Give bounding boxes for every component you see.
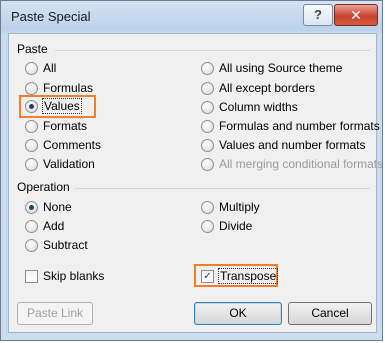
radio-button[interactable] bbox=[25, 220, 38, 233]
radio-button[interactable] bbox=[201, 139, 214, 152]
option-label: Formulas and number formats bbox=[219, 119, 380, 133]
help-button[interactable]: ? bbox=[303, 4, 333, 26]
operation-group-divider bbox=[75, 188, 370, 189]
dialog-title: Paste Special bbox=[11, 9, 91, 24]
radio-button-selected[interactable] bbox=[25, 201, 38, 214]
dialog-body: Paste All Formulas Values Formats Commen… bbox=[8, 33, 383, 333]
radio-button[interactable] bbox=[25, 62, 38, 75]
option-label: None bbox=[43, 200, 72, 214]
option-label: All using Source theme bbox=[219, 61, 343, 75]
ok-button[interactable]: OK bbox=[194, 302, 282, 325]
radio-button[interactable] bbox=[25, 158, 38, 171]
option-label: Formulas bbox=[43, 81, 94, 95]
radio-button[interactable] bbox=[201, 101, 214, 114]
radio-button[interactable] bbox=[201, 62, 214, 75]
option-label: Divide bbox=[219, 219, 253, 233]
option-label: Comments bbox=[43, 138, 102, 152]
paste-group-divider bbox=[55, 50, 370, 51]
close-icon: ✕ bbox=[350, 7, 362, 23]
option-label: Formats bbox=[43, 119, 88, 133]
checkbox[interactable] bbox=[25, 270, 38, 283]
radio-button-selected[interactable] bbox=[25, 100, 38, 113]
option-label: All merging conditional formats bbox=[219, 157, 384, 171]
radio-button-disabled bbox=[201, 158, 214, 171]
radio-button[interactable] bbox=[25, 239, 38, 252]
radio-button[interactable] bbox=[25, 139, 38, 152]
check-mark-icon[interactable]: ✓ bbox=[201, 270, 214, 283]
option-label: Subtract bbox=[43, 238, 88, 252]
option-label: Validation bbox=[43, 157, 95, 171]
option-label: Values and number formats bbox=[219, 138, 366, 152]
paste-special-dialog: Paste Special ? ✕ Paste All Formulas Val… bbox=[0, 0, 383, 341]
checkbox-label: Skip blanks bbox=[43, 269, 105, 283]
close-button[interactable]: ✕ bbox=[334, 4, 378, 26]
option-label: All bbox=[43, 61, 57, 75]
option-label: Multiply bbox=[219, 200, 260, 214]
option-label: All except borders bbox=[219, 81, 316, 95]
option-label: Add bbox=[43, 219, 65, 233]
paste-link-button: Paste Link bbox=[17, 302, 93, 325]
title-bar: Paste Special ? ✕ bbox=[1, 1, 382, 33]
radio-button[interactable] bbox=[201, 220, 214, 233]
radio-button[interactable] bbox=[201, 82, 214, 95]
checkbox-label: Transpose bbox=[217, 268, 279, 284]
operation-group-label: Operation bbox=[17, 180, 70, 194]
radio-button[interactable] bbox=[201, 201, 214, 214]
radio-button[interactable] bbox=[201, 120, 214, 133]
radio-button[interactable] bbox=[25, 82, 38, 95]
option-label: Column widths bbox=[219, 100, 298, 114]
radio-button[interactable] bbox=[25, 120, 38, 133]
paste-group-label: Paste bbox=[17, 42, 48, 56]
option-label: Values bbox=[42, 98, 82, 114]
cancel-button[interactable]: Cancel bbox=[288, 302, 372, 325]
